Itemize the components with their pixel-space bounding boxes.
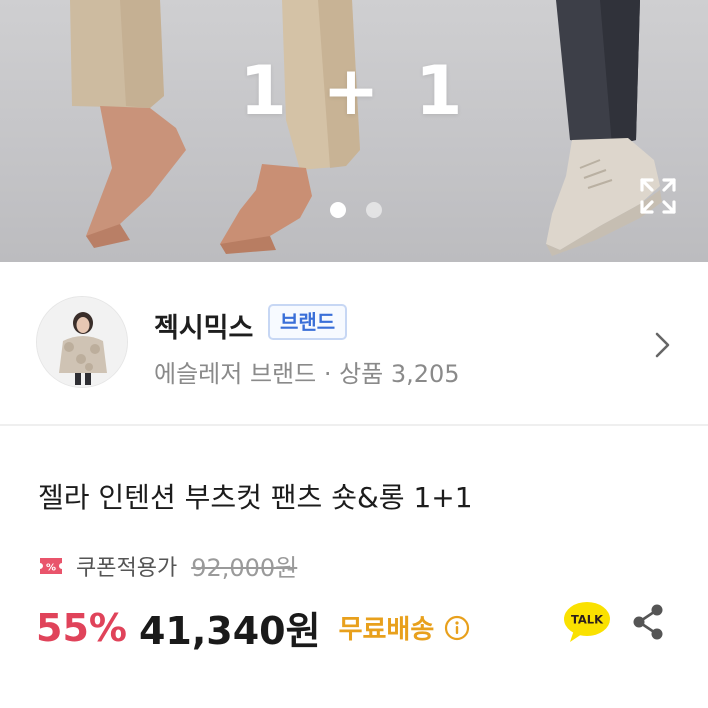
coupon-label: 쿠폰적용가 (76, 555, 178, 581)
seller-subtitle: 에슬레저 브랜드 · 상품 3,205 (154, 360, 460, 388)
seller-name[interactable]: 젝시믹스 (154, 306, 253, 345)
chevron-right-icon[interactable] (652, 330, 674, 360)
expand-icon[interactable] (638, 176, 678, 216)
coupon-icon: % (40, 557, 62, 574)
seller-avatar[interactable] (36, 296, 128, 388)
carousel-dot-1[interactable] (330, 202, 346, 218)
product-photo (70, 0, 662, 256)
coupon-price-row: % 쿠폰적용가 92,000원 (38, 548, 297, 583)
carousel-dot-2[interactable] (366, 202, 382, 218)
carousel-indicator (330, 202, 382, 218)
product-title: 젤라 인텐션 부츠컷 팬츠 숏&롱 1+1 (38, 481, 473, 514)
product-image-carousel[interactable]: 1 + 1 (0, 0, 708, 262)
brand-badge: 브랜드 (268, 304, 348, 340)
discount-rate: 55% (36, 605, 127, 650)
sale-price: 41,340원 (138, 609, 321, 653)
free-shipping-label: 무료배송 (338, 615, 435, 645)
original-price: 92,000원 (191, 554, 298, 582)
svg-text:%: % (46, 562, 56, 573)
talk-label: TALK (571, 613, 604, 627)
share-icon[interactable] (630, 602, 666, 642)
kakao-talk-icon[interactable]: TALK (562, 600, 612, 644)
info-icon[interactable] (444, 615, 470, 641)
promo-text: 1 + 1 (239, 52, 469, 131)
seller-card[interactable]: 젝시믹스 브랜드 에슬레저 브랜드 · 상품 3,205 (0, 262, 708, 426)
price-row: 55% 41,340원 무료배송 (36, 600, 470, 655)
